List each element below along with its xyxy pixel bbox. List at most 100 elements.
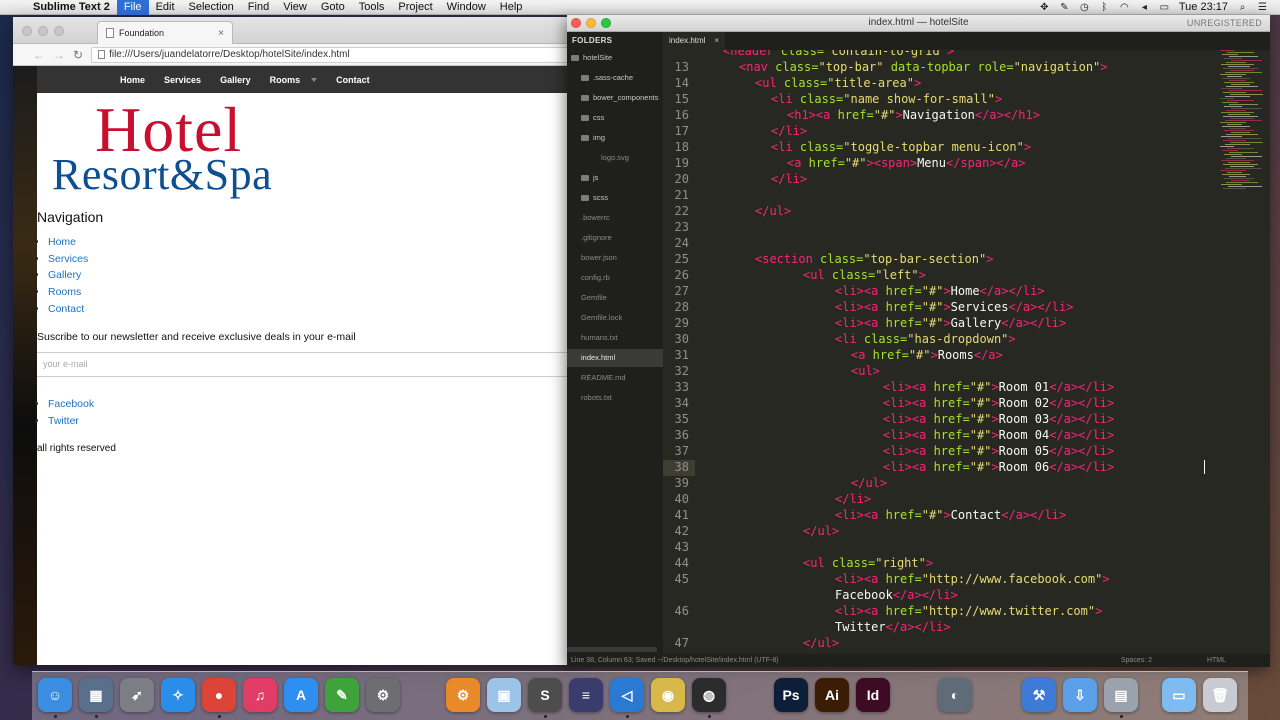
nav-link-services[interactable]: Services (48, 253, 88, 265)
wifi-icon[interactable]: ◠ (1119, 2, 1130, 13)
folder-icon[interactable]: ▭ (1162, 678, 1196, 712)
launchpad-icon[interactable]: ➶ (120, 678, 154, 712)
downloads-stack-icon[interactable]: ⇩ (1063, 678, 1097, 712)
nav-link-home[interactable]: Home (48, 236, 76, 248)
preview-icon[interactable]: ▤ (1104, 678, 1138, 712)
sidebar-file[interactable]: bower.json (567, 249, 663, 267)
xcode-icon[interactable]: ⚒ (1022, 678, 1056, 712)
clock[interactable]: Tue 23:17 (1179, 1, 1228, 13)
stripes-icon[interactable]: ≡ (569, 678, 603, 712)
code-token: "#" (921, 300, 944, 314)
status-text: Line 38, Column 63; Saved ~/Desktop/hote… (571, 657, 779, 664)
close-tab-icon[interactable]: × (218, 28, 224, 39)
forward-button[interactable]: → (53, 48, 65, 62)
sidebar-file[interactable]: .gitignore (567, 229, 663, 247)
visual-studio-code-icon[interactable]: ◁ (610, 678, 644, 712)
menu-selection[interactable]: Selection (182, 0, 241, 15)
box-icon[interactable]: ▣ (487, 678, 521, 712)
menu-window[interactable]: Window (440, 0, 493, 15)
evernote-tray-icon[interactable]: ✎ (1059, 2, 1070, 13)
sidebar-scrollbar[interactable] (567, 647, 657, 652)
browser-tab[interactable]: Foundation × (97, 21, 233, 44)
code-token: "title-area" (827, 76, 914, 90)
nav-link-rooms[interactable]: Rooms (48, 286, 81, 298)
indesign-icon[interactable]: Id (856, 678, 890, 712)
menu-tools[interactable]: Tools (352, 0, 392, 15)
menu-goto[interactable]: Goto (314, 0, 352, 15)
sidebar-folder[interactable]: js (567, 169, 663, 187)
topbar-gallery[interactable]: Gallery (220, 75, 251, 85)
nav-link-contact[interactable]: Contact (48, 303, 84, 315)
minimize-window-button[interactable] (38, 26, 48, 36)
sidebar-file[interactable]: logo.svg (567, 149, 663, 167)
github-icon[interactable]: ◍ (692, 678, 726, 712)
topbar-contact[interactable]: Contact (336, 75, 370, 85)
spotlight-icon[interactable]: ⌕ (1237, 2, 1248, 13)
timemachine-icon[interactable]: ◷ (1079, 2, 1090, 13)
sidebar-folder[interactable]: .sass-cache (567, 69, 663, 87)
minimap[interactable] (1220, 50, 1266, 200)
nav-link-gallery[interactable]: Gallery (48, 269, 81, 281)
notification-center-icon[interactable]: ☰ (1257, 2, 1268, 13)
sublime-icon[interactable]: S (528, 678, 562, 712)
sidebar-file[interactable]: config.rb (567, 269, 663, 287)
menu-find[interactable]: Find (241, 0, 276, 15)
code-area[interactable]: <header class="contain-to-grid"> <nav cla… (695, 50, 1220, 654)
topbar-rooms[interactable]: Rooms (270, 75, 318, 85)
sidebar-folder[interactable]: scss (567, 189, 663, 207)
trash-icon[interactable]: 🗑 (1203, 678, 1237, 712)
sidebar-file[interactable]: Gemfile (567, 289, 663, 307)
sequel-pro-icon[interactable]: ◐ (938, 678, 972, 712)
syntax-setting[interactable]: HTML (1207, 654, 1226, 667)
twitter-link[interactable]: Twitter (48, 415, 79, 427)
facebook-link[interactable]: Facebook (48, 398, 94, 410)
menu-app-name[interactable]: Sublime Text 2 (26, 0, 117, 15)
photoshop-icon[interactable]: Ps (774, 678, 808, 712)
code-token: <ul> (851, 364, 880, 378)
address-bar[interactable]: file:///Users/juandelatorre/Desktop/hote… (91, 46, 569, 63)
bluetooth-icon[interactable]: ᛒ (1099, 2, 1110, 13)
menu-view[interactable]: View (276, 0, 314, 15)
sidebar-folder[interactable]: hotelSite (567, 49, 663, 67)
zoom-window-button[interactable] (54, 26, 64, 36)
menu-help[interactable]: Help (493, 0, 530, 15)
photo-icon[interactable]: ▦ (79, 678, 113, 712)
evernote-icon[interactable]: ✎ (325, 678, 359, 712)
database-icon[interactable]: ◉ (651, 678, 685, 712)
vertical-scrollbar[interactable] (1263, 50, 1270, 654)
dropbox-icon[interactable]: ✥ (1039, 2, 1050, 13)
battery-icon[interactable]: ▭ (1159, 2, 1170, 13)
sidebar-file[interactable]: Gemfile.lock (567, 309, 663, 327)
app-store-icon[interactable]: A (284, 678, 318, 712)
topbar-services[interactable]: Services (164, 75, 201, 85)
sidebar-folder[interactable]: bower_components (567, 89, 663, 107)
utility-icon[interactable]: ⚙ (446, 678, 480, 712)
folder-icon (571, 55, 579, 62)
menu-edit[interactable]: Edit (149, 0, 182, 15)
illustrator-icon[interactable]: Ai (815, 678, 849, 712)
sidebar-file[interactable]: humans.txt (567, 329, 663, 347)
reload-button[interactable]: ↻ (73, 48, 83, 62)
menu-file[interactable]: File (116, 0, 149, 15)
close-window-button[interactable] (22, 26, 32, 36)
finder-icon[interactable]: ☺ (38, 678, 72, 712)
sidebar-file[interactable]: README.md (567, 369, 663, 387)
close-tab-icon[interactable]: × (714, 32, 719, 50)
safari-icon[interactable]: ✧ (161, 678, 195, 712)
sidebar-file[interactable]: index.html (567, 349, 663, 367)
indentation-setting[interactable]: Spaces: 2 (1121, 654, 1152, 667)
code-token: Room 04 (998, 428, 1050, 442)
system-preferences-icon[interactable]: ⚙ (366, 678, 400, 712)
sidebar-folder[interactable]: img (567, 129, 663, 147)
email-field[interactable]: your e-mail (37, 352, 573, 377)
topbar-home[interactable]: Home (120, 75, 145, 85)
itunes-icon[interactable]: ♫ (243, 678, 277, 712)
editor-tab-index[interactable]: index.html × (663, 32, 725, 50)
chrome-icon[interactable]: ● (202, 678, 236, 712)
back-button[interactable]: ← (33, 48, 45, 62)
sidebar-file[interactable]: robots.txt (567, 389, 663, 407)
sidebar-folder[interactable]: css (567, 109, 663, 127)
volume-icon[interactable]: ◂ (1139, 2, 1150, 13)
sidebar-file[interactable]: .bowerrc (567, 209, 663, 227)
menu-project[interactable]: Project (391, 0, 439, 15)
